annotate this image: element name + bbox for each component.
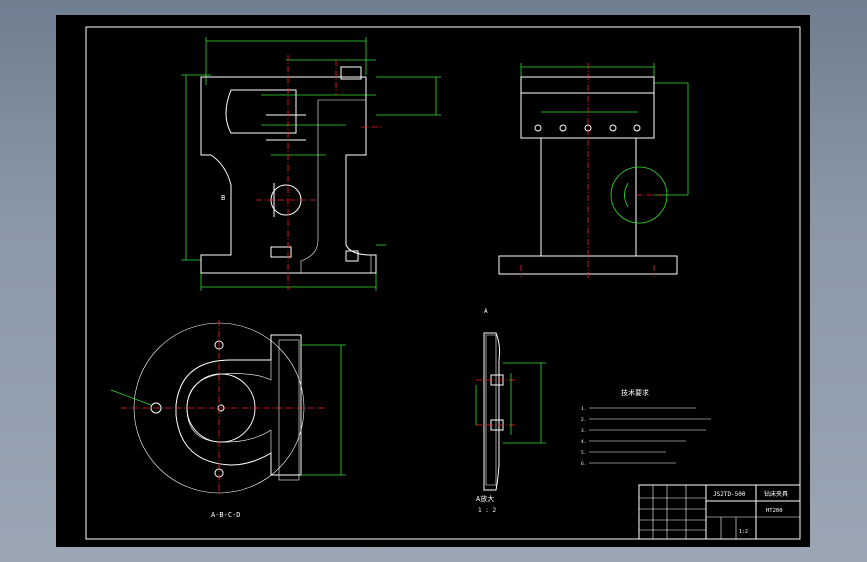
bottom-section-view <box>110 320 346 495</box>
side-view <box>498 63 689 280</box>
drawing-name: 钻床夹具 <box>764 490 788 498</box>
note-line: 4. <box>581 439 586 445</box>
note-line: 3. <box>581 428 586 434</box>
note-line: 2. <box>581 417 586 423</box>
detail-scale: 1 : 2 <box>478 507 496 514</box>
note-line: 5. <box>581 450 586 456</box>
drawing-canvas: B A-B-C-D A A放大 1: 2 技术要求 1. 2. 3. 4. 5… <box>85 26 801 540</box>
cad-drawing-viewport[interactable]: B A-B-C-D A A放大 1: 2 技术要求 1. 2. 3. 4. 5… <box>56 15 810 547</box>
detail-label: A <box>484 308 488 315</box>
detail-view-a <box>475 332 546 491</box>
material: HT200 <box>766 508 783 514</box>
drawing-number: JS2TD-500 <box>713 491 746 498</box>
scale-value: 1:2 <box>739 529 748 535</box>
technical-notes: 技术要求 1. 2. 3. 4. 5. 6. <box>581 388 711 467</box>
note-line: 1. <box>581 406 586 412</box>
front-section-label: B <box>221 194 225 202</box>
notes-title: 技术要求 <box>621 388 649 397</box>
note-line: 6. <box>581 461 586 467</box>
detail-title: A放大 <box>476 494 494 503</box>
front-section-view <box>181 37 441 291</box>
bottom-section-label: A-B-C-D <box>211 511 241 519</box>
drawing-border <box>85 26 801 540</box>
